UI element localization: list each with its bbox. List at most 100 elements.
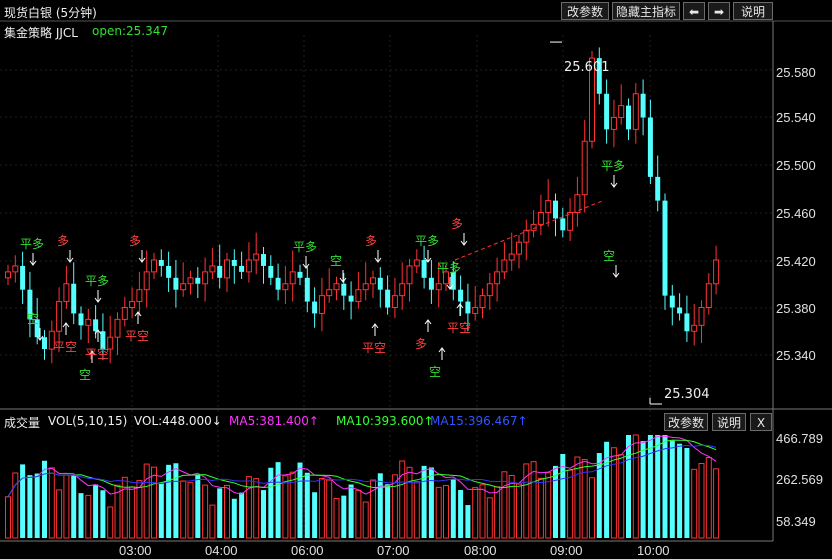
volume-bar: [428, 467, 434, 538]
volume-bar: [684, 447, 690, 538]
ma15-value: MA15:396.467↑: [430, 414, 528, 428]
help-button[interactable]: 说明: [733, 2, 773, 20]
candle-body: [275, 277, 281, 290]
volume-bar: [318, 477, 325, 539]
signal-label: 平多: [415, 234, 440, 248]
volume-edit-params-button[interactable]: 改参数: [664, 413, 708, 431]
volume-bar: [377, 473, 383, 538]
volume-bar: [48, 467, 55, 539]
candle-body: [421, 260, 427, 278]
candle-body: [508, 253, 515, 261]
candle-body: [289, 271, 296, 285]
price-tick: 25.540: [776, 110, 816, 125]
volume-tick: 262.569: [776, 472, 823, 487]
candle-body: [647, 117, 653, 177]
volume-bar: [158, 483, 164, 538]
volume-bar: [20, 464, 26, 538]
volume-help-button[interactable]: 说明: [712, 413, 746, 431]
candle-body: [713, 259, 720, 285]
candle-body: [523, 229, 530, 243]
candle-body: [114, 318, 121, 338]
candle-body: [472, 307, 479, 314]
volume-bar: [202, 484, 209, 539]
signal-label: 多: [57, 234, 70, 248]
price-tick: 25.580: [776, 65, 816, 80]
strategy-name: 集金策略 JJCL: [4, 26, 78, 40]
candle-body: [195, 277, 201, 284]
time-tick: 10:00: [637, 543, 670, 558]
candle-body: [93, 319, 99, 332]
volume-bar: [27, 475, 33, 538]
candle-body: [370, 277, 376, 285]
ma5-line: [7, 435, 717, 498]
volume-bar: [78, 493, 84, 538]
time-tick: 04:00: [205, 543, 238, 558]
candle-body: [610, 117, 617, 130]
candle-body: [486, 283, 493, 297]
volume-bar: [677, 443, 683, 538]
signal-label: 平空: [53, 340, 78, 354]
candle-body: [253, 253, 260, 261]
signal-label: 平多: [437, 261, 462, 275]
candle-body: [362, 283, 369, 291]
hide-main-indicator-button[interactable]: 隐藏主指标: [612, 2, 680, 20]
signal-label: 平空: [362, 341, 387, 355]
price-tick: 25.380: [776, 301, 816, 316]
candle-body: [465, 301, 471, 314]
candle-body: [151, 259, 157, 273]
volume-bar: [217, 488, 223, 538]
volume-bar: [253, 478, 260, 539]
volume-bar: [610, 447, 617, 539]
candle-body: [655, 176, 661, 201]
signal-label: 多: [129, 234, 142, 248]
volume-bar: [151, 466, 157, 539]
left-arrow-icon[interactable]: ⬅: [683, 2, 705, 20]
volume-label: 成交量: [4, 416, 41, 430]
edit-params-button[interactable]: 改参数: [561, 2, 609, 20]
signal-label: 空: [27, 312, 40, 326]
candle-body: [391, 295, 398, 308]
volume-bar: [669, 440, 675, 538]
right-arrow-icon[interactable]: ➡: [708, 2, 730, 20]
candle-body: [494, 271, 501, 285]
candle-body: [187, 277, 194, 285]
volume-bar: [545, 472, 552, 539]
volume-close-icon[interactable]: X: [750, 413, 772, 431]
volume-bar: [355, 489, 362, 539]
volume-bar: [494, 486, 501, 539]
volume-bar: [508, 474, 515, 539]
volume-bar: [472, 487, 479, 539]
volume-bar: [647, 435, 653, 538]
candle-body: [385, 289, 391, 308]
volume-bar: [486, 497, 493, 539]
candle-body: [239, 265, 245, 272]
volume-bar: [71, 475, 77, 538]
candle-body: [684, 313, 690, 332]
volume-bar: [195, 474, 201, 538]
volume-bar: [362, 501, 369, 539]
candle-body: [71, 283, 77, 314]
candle-body: [312, 301, 318, 314]
candle-body: [479, 295, 486, 308]
candle-body: [318, 295, 325, 314]
volume-value: VOL:448.000↓: [134, 414, 222, 428]
volume-bar: [209, 504, 216, 539]
time-tick: 07:00: [377, 543, 410, 558]
candle-body: [12, 265, 19, 273]
candle-body: [406, 265, 413, 285]
candle-body: [567, 212, 574, 231]
volume-bar: [581, 459, 588, 539]
volume-bar: [121, 476, 128, 539]
volume-bar: [56, 489, 63, 539]
volume-bar: [458, 490, 464, 538]
price-tick: 25.500: [776, 158, 816, 173]
volume-bar: [312, 492, 318, 538]
volume-bar: [443, 485, 449, 539]
volume-bar: [574, 456, 581, 539]
volume-bar: [268, 467, 274, 538]
candle-body: [202, 271, 209, 285]
volume-bar: [516, 483, 522, 539]
volume-bar: [435, 486, 442, 539]
candle-body: [618, 105, 625, 118]
candle-body: [545, 200, 552, 213]
